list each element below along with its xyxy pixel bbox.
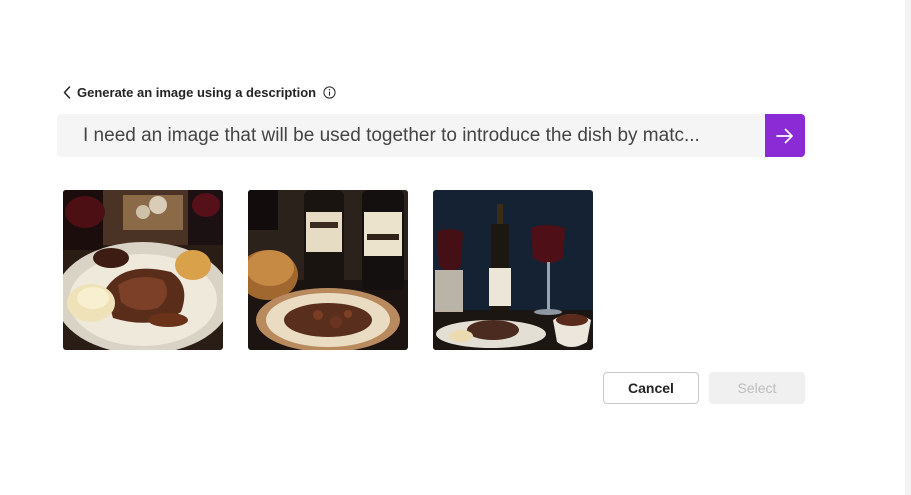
scrollbar-track bbox=[905, 0, 911, 495]
page-title: Generate an image using a description bbox=[77, 84, 317, 100]
steak-image bbox=[63, 190, 223, 350]
prompt-input[interactable]: I need an image that will be used togeth… bbox=[83, 114, 747, 157]
info-icon bbox=[323, 85, 336, 99]
back-button[interactable] bbox=[60, 82, 74, 102]
chevron-left-icon bbox=[63, 85, 71, 99]
result-image-3[interactable] bbox=[433, 190, 593, 350]
info-button[interactable] bbox=[322, 85, 336, 99]
generate-button[interactable] bbox=[765, 114, 805, 157]
arrow-right-icon bbox=[776, 128, 793, 143]
wine-and-stew-image bbox=[248, 190, 408, 350]
dialog-header: Generate an image using a description bbox=[60, 82, 336, 102]
prompt-field[interactable]: I need an image that will be used togeth… bbox=[57, 114, 765, 157]
result-image-1[interactable] bbox=[63, 190, 223, 350]
wine-bottle-and-dish-image bbox=[433, 190, 593, 350]
select-button[interactable]: Select bbox=[709, 372, 805, 404]
result-image-2[interactable] bbox=[248, 190, 408, 350]
cancel-button[interactable]: Cancel bbox=[603, 372, 699, 404]
